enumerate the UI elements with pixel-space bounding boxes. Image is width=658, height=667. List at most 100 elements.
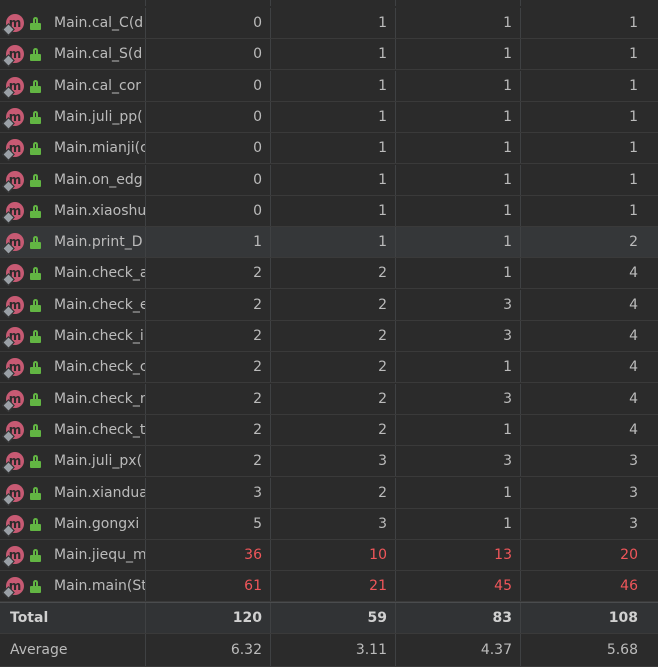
metric-value: 5 [146,509,271,539]
column-header-method[interactable] [0,0,146,6]
method-icon: m [2,577,24,599]
table-row[interactable]: m Main.juli_pp(0 1 1 1 [0,102,658,133]
table-row[interactable]: m Main.check_c 2 2 1 4 [0,352,658,383]
metric-value: 1 [396,102,521,132]
method-cell: m Main.gongxi [0,509,146,539]
metric-value: 1 [271,165,396,195]
metric-value: 1 [396,227,521,257]
metric-value: 2 [146,258,271,288]
metric-value: 1 [271,133,396,163]
public-lock-icon [30,235,41,249]
average-value: 6.32 [146,634,271,666]
method-name: Main.xianduа [54,485,145,501]
metric-value: 45 [396,571,521,601]
table-row[interactable]: m Main.check_a 2 2 1 4 [0,258,658,289]
total-row: Total 120 59 83 108 [0,602,658,634]
average-value: 3.11 [271,634,396,666]
metric-value: 3 [629,453,638,469]
method-icon: m [2,484,24,506]
metric-value: 1 [271,8,396,38]
metric-value: 0 [146,102,271,132]
method-cell: m Main.cal_cor [0,71,146,101]
public-lock-icon [30,16,41,30]
table-row[interactable]: m Main.jiequ_m 36 10 13 20 [0,540,658,571]
method-cell: m Main.check_e [0,290,146,320]
metric-value: 1 [629,109,638,125]
metric-value: 1 [396,8,521,38]
column-header-3[interactable] [396,0,521,6]
table-row[interactable]: m Main.gongxi 5 3 1 3 [0,509,658,540]
total-value: 83 [396,603,521,633]
method-icon: m [2,45,24,67]
metric-value: 2 [271,478,396,508]
total-value: 59 [271,603,396,633]
method-cell: m Main.jiequ_m [0,540,146,570]
metric-value: 1 [271,196,396,226]
column-header-strip [0,0,658,6]
metric-value: 3 [629,516,638,532]
metric-value: 36 [146,540,271,570]
metric-value: 0 [146,8,271,38]
metric-value: 1 [629,172,638,188]
table-row[interactable]: m Main.xiaoshu 0 1 1 1 [0,196,658,227]
method-name: Main.cal_S(d [54,46,143,62]
method-name: Main.jiequ_m [54,547,145,563]
public-lock-icon [30,266,41,280]
metric-value: 1 [271,102,396,132]
public-lock-icon [30,579,41,593]
metric-value: 1 [396,71,521,101]
public-lock-icon [30,423,41,437]
metric-value: 1 [396,39,521,69]
method-icon: m [2,390,24,412]
metric-value: 2 [146,352,271,382]
metric-value: 1 [629,203,638,219]
table-row[interactable]: m Main.cal_S(d 0 1 1 1 [0,39,658,70]
metric-value: 3 [396,321,521,351]
total-value: 108 [608,610,638,626]
method-cell: m Main.cal_S(d [0,39,146,69]
column-header-1[interactable] [146,0,271,6]
table-row[interactable]: m Main.print_D 1 1 1 2 [0,227,658,258]
method-cell: m Main.juli_px( [0,446,146,476]
public-lock-icon [30,173,41,187]
table-row[interactable]: m Main.check_e 2 2 3 4 [0,290,658,321]
metric-value: 1 [396,165,521,195]
table-row[interactable]: m Main.mianji(c 0 1 1 1 [0,133,658,164]
method-name: Main.juli_pp( [54,109,143,125]
public-lock-icon [30,110,41,124]
method-cell: m Main.check_a [0,258,146,288]
metric-value: 2 [146,415,271,445]
table-row[interactable]: m Main.main(St 61 21 45 46 [0,571,658,602]
method-icon: m [2,515,24,537]
method-cell: m Main.check_c [0,352,146,382]
method-cell: m Main.print_D [0,227,146,257]
column-header-4[interactable] [521,0,658,6]
metric-value: 4 [629,297,638,313]
metric-value: 2 [271,258,396,288]
metric-value: 4 [629,391,638,407]
method-name: Main.print_D [54,234,143,250]
method-name: Main.on_edg [54,172,143,188]
table-row[interactable]: m Main.check_i 2 2 3 4 [0,321,658,352]
metric-value: 3 [629,485,638,501]
table-row[interactable]: m Main.cal_C(d 0 1 1 1 [0,8,658,39]
metric-value: 4 [629,422,638,438]
table-row[interactable]: m Main.xianduа 3 2 1 3 [0,478,658,509]
table-row[interactable]: m Main.cal_cor 0 1 1 1 [0,71,658,102]
column-header-2[interactable] [271,0,396,6]
method-cell: m Main.xiaoshu [0,196,146,226]
method-name: Main.check_a [54,265,145,281]
method-name: Main.check_c [54,359,145,375]
metric-value: 1 [396,258,521,288]
metric-value: 2 [146,384,271,414]
metric-value: 1 [271,71,396,101]
metric-value: 1 [629,15,638,31]
public-lock-icon [30,79,41,93]
metric-value: 2 [271,415,396,445]
method-name: Main.check_e [54,297,145,313]
table-row[interactable]: m Main.check_t 2 2 1 4 [0,415,658,446]
table-row[interactable]: m Main.juli_px(2 3 3 3 [0,446,658,477]
table-row[interactable]: m Main.on_edg 0 1 1 1 [0,165,658,196]
table-row[interactable]: m Main.check_r 2 2 3 4 [0,384,658,415]
metric-value: 1 [396,478,521,508]
